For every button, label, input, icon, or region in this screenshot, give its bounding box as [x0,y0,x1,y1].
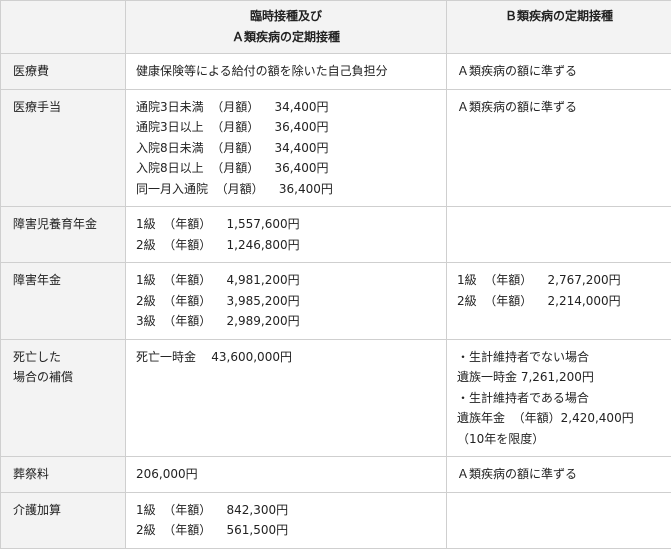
header-corner-cell [1,1,126,54]
item-line: 介護加算 [13,500,115,521]
table-row: 死亡した場合の補償死亡一時金 43,600,000円・生計維持者でない場合遺族一… [1,339,671,457]
benefits-table: 臨時接種及び Ａ類疾病の定期接種 Ｂ類疾病の定期接種 医療費健康保険等による給付… [0,0,671,549]
col-a-cell: 死亡一時金 43,600,000円 [126,339,447,457]
col-a-line: 2級 （年額） 1,246,800円 [136,235,436,256]
col-b-line: 遺族年金 （年額）2,420,400円 [457,408,661,429]
table-row: 障害児養育年金 1級 （年額） 1,557,600円2級 （年額） 1,246,8… [1,207,671,263]
col-a-line: 3級 （年額） 2,989,200円 [136,311,436,332]
table-row: 医療費健康保険等による給付の額を除いた自己負担分 Ａ類疾病の額に準ずる [1,54,671,90]
col-a-line: 通院3日未満 （月額） 34,400円 [136,97,436,118]
item-cell: 医療手当 [1,89,126,207]
table-row: 介護加算 1級 （年額） 842,300円2級 （年額） 561,500円 [1,492,671,548]
item-line: 障害児養育年金 [13,214,115,235]
col-a-cell: 206,000円 [126,457,447,493]
col-a-line: 入院8日以上 （月額） 36,400円 [136,158,436,179]
col-b-line: 遺族一時金 7,261,200円 [457,367,661,388]
col-a-line: 2級 （年額） 561,500円 [136,520,436,541]
item-cell: 死亡した場合の補償 [1,339,126,457]
header-col-a: 臨時接種及び Ａ類疾病の定期接種 [126,1,447,54]
item-cell: 障害児養育年金 [1,207,126,263]
col-a-line: 通院3日以上 （月額） 36,400円 [136,117,436,138]
col-b-line: （10年を限度） [457,429,661,450]
item-cell: 介護加算 [1,492,126,548]
item-line: 障害年金 [13,270,115,291]
col-a-line: 2級 （年額） 3,985,200円 [136,291,436,312]
col-b-cell: Ａ類疾病の額に準ずる [447,54,671,90]
col-b-cell [447,492,671,548]
table-body: 医療費健康保険等による給付の額を除いた自己負担分Ａ類疾病の額に準ずる医療手当通院… [1,54,671,549]
col-a-line: 1級 （年額） 842,300円 [136,500,436,521]
header-col-a-line1: 臨時接種及び [136,6,436,27]
item-cell: 葬祭料 [1,457,126,493]
col-a-line: 同一月入通院 （月額） 36,400円 [136,179,436,200]
header-col-b-label: Ｂ類疾病の定期接種 [457,6,661,27]
col-b-cell: Ａ類疾病の額に準ずる [447,89,671,207]
col-a-line: 1級 （年額） 4,981,200円 [136,270,436,291]
item-cell: 障害年金 [1,263,126,340]
col-b-cell: 1級 （年額） 2,767,200円2級 （年額） 2,214,000円 [447,263,671,340]
col-a-cell: 1級 （年額） 4,981,200円2級 （年額） 3,985,200円3級 （… [126,263,447,340]
col-b-line: 2級 （年額） 2,214,000円 [457,291,661,312]
item-line: 葬祭料 [13,464,115,485]
col-a-line: 206,000円 [136,464,436,485]
col-b-line: 1級 （年額） 2,767,200円 [457,270,661,291]
table-header: 臨時接種及び Ａ類疾病の定期接種 Ｂ類疾病の定期接種 [1,1,671,54]
item-line: 死亡した [13,347,115,368]
col-a-cell: 健康保険等による給付の額を除いた自己負担分 [126,54,447,90]
table-row: 障害年金 1級 （年額） 4,981,200円2級 （年額） 3,985,200円… [1,263,671,340]
col-a-cell: 1級 （年額） 1,557,600円2級 （年額） 1,246,800円 [126,207,447,263]
col-b-cell [447,207,671,263]
table-row: 葬祭料 206,000円 Ａ類疾病の額に準ずる [1,457,671,493]
header-col-a-line2: Ａ類疾病の定期接種 [136,27,436,48]
col-b-cell: Ａ類疾病の額に準ずる [447,457,671,493]
header-row: 臨時接種及び Ａ類疾病の定期接種 Ｂ類疾病の定期接種 [1,1,671,54]
col-b-line: ・生計維持者でない場合 [457,347,661,368]
col-b-cell: ・生計維持者でない場合遺族一時金 7,261,200円・生計維持者である場合遺族… [447,339,671,457]
col-a-cell: 1級 （年額） 842,300円2級 （年額） 561,500円 [126,492,447,548]
table-row: 医療手当通院3日未満 （月額） 34,400円通院3日以上 （月額） 36,40… [1,89,671,207]
col-a-line: 1級 （年額） 1,557,600円 [136,214,436,235]
item-line: 医療費 [13,61,115,82]
item-cell: 医療費 [1,54,126,90]
item-line: 医療手当 [13,97,115,118]
col-b-line: Ａ類疾病の額に準ずる [457,97,661,118]
col-b-line: Ａ類疾病の額に準ずる [457,464,661,485]
col-b-line: ・生計維持者である場合 [457,388,661,409]
item-line: 場合の補償 [13,367,115,388]
col-a-line: 健康保険等による給付の額を除いた自己負担分 [136,61,436,82]
header-col-b: Ｂ類疾病の定期接種 [447,1,671,54]
col-a-line: 死亡一時金 43,600,000円 [136,347,436,368]
col-a-cell: 通院3日未満 （月額） 34,400円通院3日以上 （月額） 36,400円入院… [126,89,447,207]
col-b-line: Ａ類疾病の額に準ずる [457,61,661,82]
col-a-line: 入院8日未満 （月額） 34,400円 [136,138,436,159]
